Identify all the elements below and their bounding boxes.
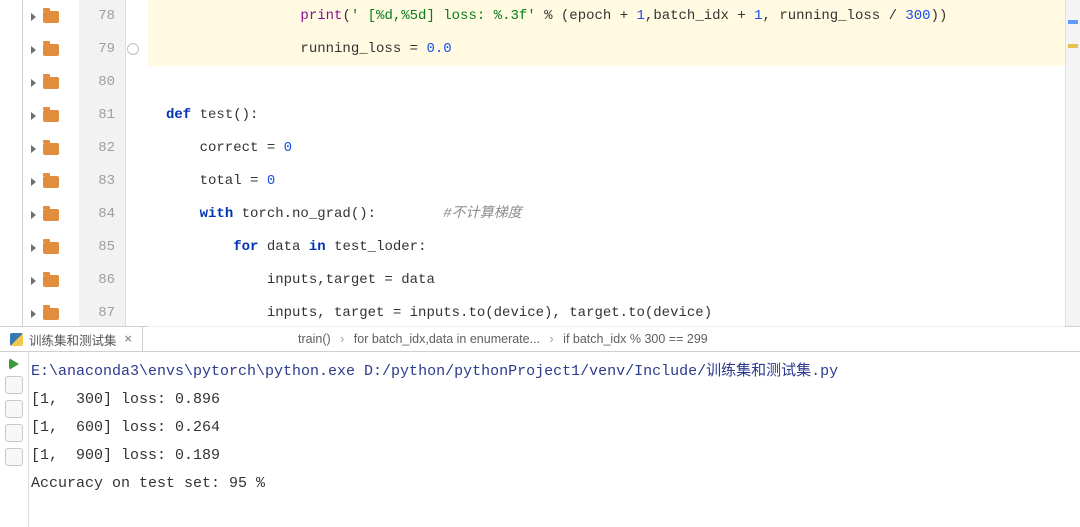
run-body: E:\anaconda3\envs\pytorch\python.exe D:/… [0, 352, 1080, 527]
editor-area: 78798081828384858687 print(' [%d,%5d] lo… [0, 0, 1080, 327]
code-line[interactable]: print(' [%d,%5d] loss: %.3f' % (epoch + … [148, 0, 1065, 33]
folder-icon [43, 44, 59, 56]
project-tree-gutter[interactable] [23, 0, 79, 326]
project-tree-row[interactable] [23, 264, 79, 297]
chevron-right-icon[interactable] [29, 144, 39, 154]
run-tab[interactable]: 训练集和测试集 × [0, 327, 143, 351]
chevron-right-icon: › [340, 332, 344, 346]
console-line: [1, 300] loss: 0.896 [31, 386, 1080, 414]
console-output[interactable]: E:\anaconda3\envs\pytorch\python.exe D:/… [29, 352, 1080, 527]
rerun-button[interactable] [9, 358, 19, 370]
close-icon[interactable]: × [125, 332, 132, 346]
line-number[interactable]: 84 [79, 198, 125, 231]
line-number[interactable]: 80 [79, 66, 125, 99]
project-tree-row[interactable] [23, 33, 79, 66]
project-tree-row[interactable] [23, 132, 79, 165]
gutter-zone: 78798081828384858687 [23, 0, 148, 326]
project-tree-row[interactable] [23, 0, 79, 33]
chevron-right-icon[interactable] [29, 111, 39, 121]
code-line[interactable]: correct = 0 [148, 132, 1065, 165]
line-number[interactable]: 87 [79, 297, 125, 330]
line-number[interactable]: 82 [79, 132, 125, 165]
chevron-right-icon[interactable] [29, 177, 39, 187]
code-line[interactable]: total = 0 [148, 165, 1065, 198]
python-file-icon [10, 333, 23, 346]
code-line[interactable] [148, 66, 1065, 99]
line-number[interactable]: 85 [79, 231, 125, 264]
chevron-right-icon: › [550, 332, 554, 346]
breadcrumb-item[interactable]: train() [298, 332, 331, 346]
line-number[interactable]: 81 [79, 99, 125, 132]
run-tool-window: 训练集和测试集 × E:\anaconda3\envs\pytorch\pyth… [0, 327, 1080, 527]
code-line[interactable]: inputs,target = data [148, 264, 1065, 297]
line-number[interactable]: 78 [79, 0, 125, 33]
tool-stripe-left[interactable] [0, 0, 23, 326]
code-line[interactable]: with torch.no_grad(): #不计算梯度 [148, 198, 1065, 231]
chevron-right-icon[interactable] [29, 243, 39, 253]
console-line: Accuracy on test set: 95 % [31, 470, 1080, 498]
chevron-right-icon[interactable] [29, 276, 39, 286]
chevron-right-icon[interactable] [29, 78, 39, 88]
chevron-right-icon[interactable] [29, 210, 39, 220]
chevron-right-icon[interactable] [29, 309, 39, 319]
editor-scrollbar[interactable] [1065, 0, 1080, 326]
run-toolbar [0, 352, 29, 527]
line-number[interactable]: 79 [79, 33, 125, 66]
project-tree-row[interactable] [23, 99, 79, 132]
folder-icon [43, 242, 59, 254]
run-tab-label: 训练集和测试集 [29, 330, 117, 349]
folder-icon [43, 275, 59, 287]
ide-window: 78798081828384858687 print(' [%d,%5d] lo… [0, 0, 1080, 527]
project-tree-row[interactable] [23, 198, 79, 231]
breadcrumb-item[interactable]: for batch_idx,data in enumerate... [354, 332, 540, 346]
project-tree-row[interactable] [23, 297, 79, 330]
code-line[interactable]: running_loss = 0.0 [148, 33, 1065, 66]
code-editor[interactable]: print(' [%d,%5d] loss: %.3f' % (epoch + … [148, 0, 1065, 326]
console-line: [1, 600] loss: 0.264 [31, 414, 1080, 442]
console-line: [1, 900] loss: 0.189 [31, 442, 1080, 470]
code-line[interactable]: for data in test_loder: [148, 231, 1065, 264]
line-number[interactable]: 86 [79, 264, 125, 297]
chevron-right-icon[interactable] [29, 45, 39, 55]
project-tree-row[interactable] [23, 231, 79, 264]
project-tree-row[interactable] [23, 165, 79, 198]
folder-icon [43, 110, 59, 122]
folder-icon [43, 209, 59, 221]
soft-wrap-button[interactable] [5, 424, 23, 442]
folder-icon [43, 308, 59, 320]
line-number[interactable]: 83 [79, 165, 125, 198]
console-command: E:\anaconda3\envs\pytorch\python.exe D:/… [31, 358, 1080, 386]
folder-icon [43, 11, 59, 23]
line-number-gutter[interactable]: 78798081828384858687 [79, 0, 126, 326]
code-line[interactable]: def test(): [148, 99, 1065, 132]
breadcrumb-item[interactable]: if batch_idx % 300 == 299 [563, 332, 708, 346]
chevron-right-icon[interactable] [29, 12, 39, 22]
folder-icon [43, 77, 59, 89]
scroll-to-end-button[interactable] [5, 448, 23, 466]
up-button[interactable] [5, 400, 23, 418]
folder-icon [43, 143, 59, 155]
stop-button[interactable] [5, 376, 23, 394]
folder-icon [43, 176, 59, 188]
project-tree-row[interactable] [23, 66, 79, 99]
